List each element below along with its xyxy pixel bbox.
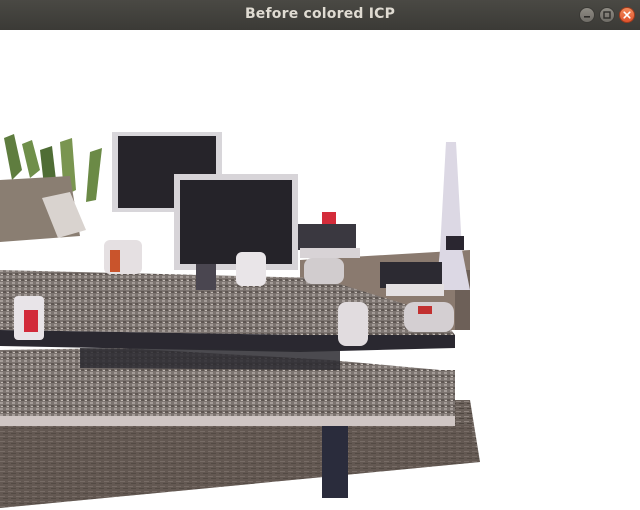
desk-leg <box>322 426 348 498</box>
monitor-front <box>174 174 298 270</box>
close-icon <box>623 11 631 19</box>
lower-desk <box>0 348 455 426</box>
maximize-button[interactable] <box>599 7 615 23</box>
close-button[interactable] <box>619 7 635 23</box>
maximize-icon <box>603 11 611 19</box>
minimize-icon <box>584 16 590 18</box>
window-title: Before colored ICP <box>244 6 396 22</box>
plant-left <box>0 134 102 242</box>
window-titlebar[interactable]: Before colored ICP <box>0 0 640 31</box>
point-cloud-render <box>0 132 480 508</box>
minimize-button[interactable] <box>579 7 595 23</box>
render-viewport[interactable] <box>0 30 640 510</box>
